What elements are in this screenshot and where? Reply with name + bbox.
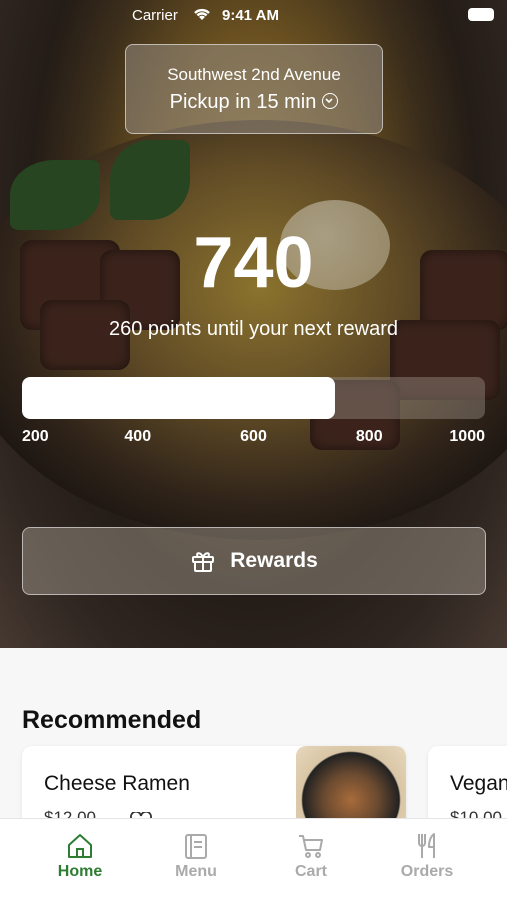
tab-cart[interactable]: Cart: [261, 829, 361, 881]
fork-knife-icon: [377, 829, 477, 863]
clock: 9:41 AM: [222, 7, 279, 24]
store-name: Southwest 2nd Avenue: [167, 65, 341, 84]
recommended-heading: Recommended: [22, 706, 202, 734]
tab-label: Menu: [175, 863, 217, 880]
pickup-label: Pickup in 15 min: [169, 91, 317, 113]
item-name: Vegan: [450, 772, 507, 795]
item-name: Cheese Ramen: [44, 772, 190, 795]
store-selector[interactable]: Southwest 2nd Avenue Pickup in 15 min: [125, 44, 383, 134]
wifi-icon: [192, 7, 212, 26]
rewards-label: Rewards: [230, 549, 318, 572]
tab-menu[interactable]: Menu: [146, 829, 246, 881]
gift-icon: [192, 552, 215, 572]
tab-label: Orders: [400, 863, 454, 880]
chevron-down-icon: [322, 92, 339, 109]
battery-icon: [468, 8, 494, 21]
pickup-time: Pickup in 15 min: [126, 91, 382, 114]
menu-book-icon: [146, 829, 246, 863]
cart-icon: [261, 829, 361, 863]
progress-tick-label: 800: [355, 428, 383, 445]
progress-tick-label: 400: [124, 428, 152, 445]
tab-label: Home: [57, 863, 103, 880]
points-balance: 740: [193, 223, 314, 303]
progress-tick-label: 1000: [449, 428, 485, 445]
points-progress-fill: [22, 377, 335, 419]
progress-tick-label: 200: [22, 428, 49, 445]
tab-home[interactable]: Home: [30, 829, 130, 881]
status-bar: Carrier 9:41 AM: [0, 0, 507, 30]
tab-orders[interactable]: Orders: [377, 829, 477, 881]
points-until-reward: 260 points until your next reward: [108, 318, 399, 340]
points-progress-bar: [22, 377, 485, 419]
home-icon: [30, 829, 130, 863]
progress-tick-labels: 200 400 600 800 1000: [22, 428, 485, 448]
carrier-label: Carrier: [132, 7, 178, 24]
progress-tick-label: 600: [240, 428, 267, 445]
tab-label: Cart: [294, 863, 327, 880]
tab-bar: Home Menu Cart Orders: [0, 818, 507, 901]
rewards-button[interactable]: Rewards: [22, 527, 486, 595]
